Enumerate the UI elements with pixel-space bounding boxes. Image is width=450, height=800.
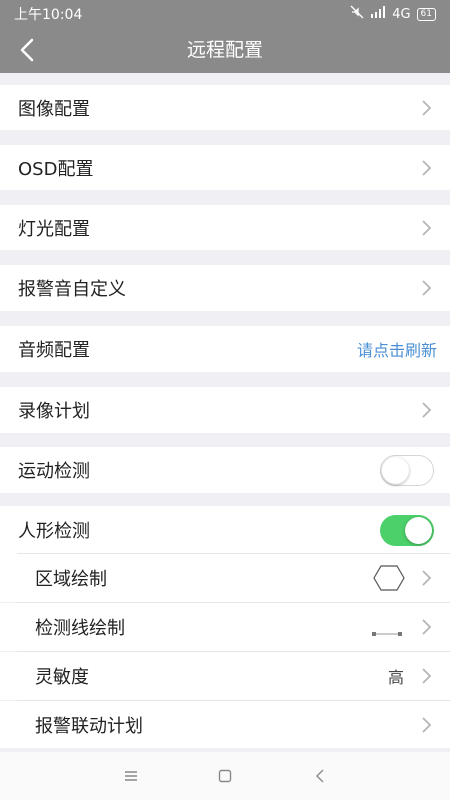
- row-area-draw[interactable]: 区域绘制: [0, 554, 450, 602]
- row-alarm-sound[interactable]: 报警音自定义: [0, 265, 450, 311]
- row-label: OSD配置: [18, 158, 94, 180]
- row-label: 图像配置: [18, 98, 90, 120]
- row-line-draw[interactable]: 检测线绘制: [0, 603, 450, 651]
- human-detect-toggle[interactable]: [380, 514, 434, 546]
- hexagon-icon: [373, 565, 405, 595]
- row-audio-config: 音频配置 请点击刷新: [0, 326, 450, 372]
- line-segment-icon: [372, 623, 402, 642]
- nav-bar: 远程配置: [0, 28, 450, 73]
- row-motion-detect: 运动检测: [0, 447, 450, 493]
- page-title: 远程配置: [186, 39, 263, 61]
- status-bar: 上午10:04 4G 61: [0, 0, 450, 28]
- row-osd-config[interactable]: OSD配置: [0, 145, 450, 190]
- row-label: 灵敏度: [35, 667, 89, 688]
- row-sensitivity[interactable]: 灵敏度 高: [0, 652, 450, 700]
- row-label: 报警音自定义: [18, 279, 126, 300]
- menu-icon[interactable]: [121, 766, 141, 786]
- home-icon[interactable]: [215, 766, 235, 786]
- row-human-detect: 人形检测: [0, 506, 450, 554]
- chevron-right-icon: [422, 99, 432, 116]
- signal-icon: [370, 6, 386, 22]
- row-label: 报警联动计划: [35, 715, 143, 737]
- sensitivity-value: 高: [387, 668, 404, 687]
- chevron-right-icon: [422, 619, 432, 635]
- app-header: 上午10:04 4G 61 远程配置: [0, 0, 450, 73]
- row-alarm-link-plan[interactable]: 报警联动计划: [0, 701, 450, 748]
- chevron-right-icon: [422, 668, 432, 684]
- row-record-plan[interactable]: 录像计划: [0, 387, 450, 433]
- status-icons: 4G 61: [350, 5, 436, 23]
- row-label: 灯光配置: [18, 218, 90, 240]
- mute-icon: [350, 5, 364, 23]
- row-label: 录像计划: [18, 401, 90, 422]
- row-image-config[interactable]: 图像配置: [0, 85, 450, 130]
- system-nav-bar: [0, 752, 450, 800]
- battery-icon: 61: [416, 7, 436, 21]
- network-type: 4G: [392, 6, 411, 22]
- chevron-right-icon: [422, 716, 432, 733]
- chevron-right-icon: [422, 219, 432, 236]
- toggle-knob: [405, 516, 432, 544]
- row-light-config[interactable]: 灯光配置: [0, 205, 450, 250]
- chevron-right-icon: [422, 280, 432, 296]
- motion-detect-toggle[interactable]: [380, 454, 434, 486]
- chevron-right-icon: [422, 570, 432, 586]
- back-icon[interactable]: [310, 766, 330, 786]
- status-time: 上午10:04: [14, 7, 83, 23]
- toggle-knob: [382, 456, 409, 484]
- chevron-right-icon: [422, 159, 432, 176]
- chevron-right-icon: [422, 402, 432, 418]
- refresh-link[interactable]: 请点击刷新: [357, 337, 437, 361]
